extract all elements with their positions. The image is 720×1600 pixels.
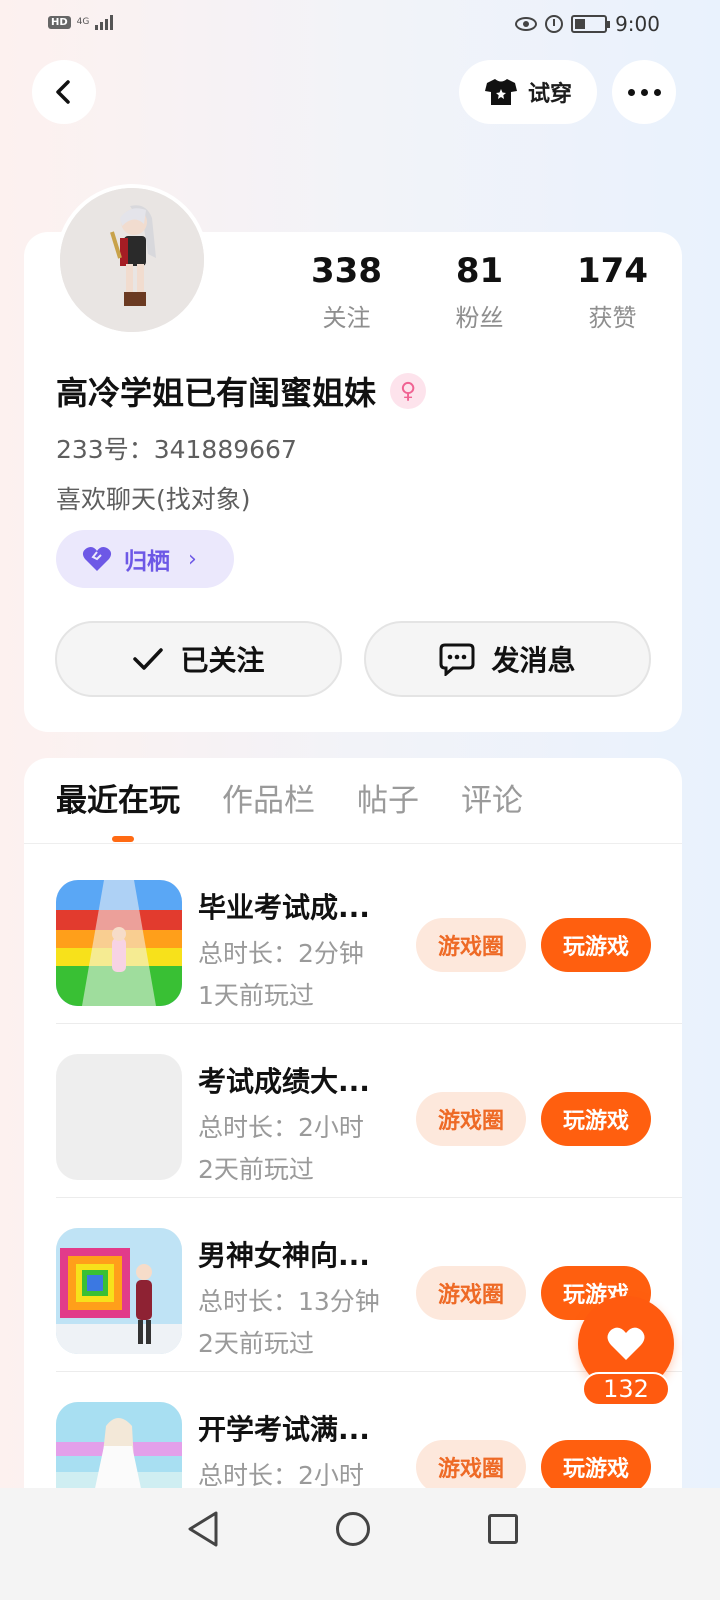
eye-icon <box>515 17 538 31</box>
rainbow-stairs-game-image <box>56 880 182 1006</box>
send-message-button[interactable]: 发消息 <box>364 621 651 697</box>
chevron-right-icon: › <box>188 546 197 572</box>
status-time: 9:00 <box>615 12 660 36</box>
nav-back-icon[interactable] <box>186 1510 220 1548</box>
username-row: 高冷学姐已有闺蜜姐妹 ♀ <box>56 368 427 414</box>
followed-label: 已关注 <box>180 644 265 677</box>
check-icon <box>133 648 164 670</box>
profile-tabs: 最近在玩 作品栏 帖子 评论 <box>56 778 523 824</box>
tshirt-icon <box>484 79 517 105</box>
tab-works[interactable]: 作品栏 <box>222 778 315 824</box>
stat-likes-label: 获赞 <box>588 304 637 332</box>
more-dots-icon <box>627 88 661 96</box>
signal-icon <box>95 14 114 30</box>
chevron-left-icon <box>56 80 70 104</box>
avatar-character-image <box>60 188 204 332</box>
tab-recently-played[interactable]: 最近在玩 <box>56 778 180 824</box>
game-last-played: 1天前玩过 <box>198 981 314 1010</box>
stat-likes-value: 174 <box>577 251 648 291</box>
game-row[interactable]: 毕业考试成... 总时长：2分钟 1天前玩过 游戏圈 玩游戏 <box>24 850 682 1024</box>
home-label: 归栖 <box>124 549 170 575</box>
chat-bubble-icon <box>439 643 475 676</box>
game-duration: 总时长：2小时 <box>198 1461 364 1490</box>
username: 高冷学姐已有闺蜜姐妹 <box>56 374 377 412</box>
back-button[interactable] <box>32 60 96 124</box>
followed-button[interactable]: 已关注 <box>55 621 342 697</box>
status-bar: HD 4G 9:00 <box>0 0 720 50</box>
user-bio: 喜欢聊天(找对象) <box>56 485 251 514</box>
heart-handshake-icon <box>82 547 112 571</box>
user-id: 233号：341889667 <box>56 435 297 464</box>
stat-fans-value: 81 <box>455 251 504 291</box>
stat-fans[interactable]: 81 粉丝 <box>413 250 546 333</box>
profile-stats: 338 关注 81 粉丝 174 获赞 <box>280 250 680 333</box>
system-navigation-bar <box>0 1488 720 1600</box>
rainbow-tunnel-game-image <box>56 1228 182 1354</box>
try-on-button[interactable]: 试穿 <box>459 60 597 124</box>
play-game-button[interactable]: 玩游戏 <box>541 1092 651 1146</box>
more-button[interactable] <box>612 60 676 124</box>
game-duration: 总时长：2分钟 <box>198 939 364 968</box>
status-left: HD 4G <box>48 14 114 30</box>
stat-following-label: 关注 <box>322 304 371 332</box>
network-type: 4G <box>76 16 90 27</box>
game-thumbnail-placeholder[interactable] <box>56 1054 182 1180</box>
game-last-played: 2天前玩过 <box>198 1329 314 1358</box>
game-circle-button[interactable]: 游戏圈 <box>416 918 526 972</box>
active-tab-indicator <box>112 836 134 842</box>
game-duration: 总时长：2小时 <box>198 1113 364 1142</box>
play-game-button[interactable]: 玩游戏 <box>541 918 651 972</box>
avatar[interactable] <box>56 184 208 336</box>
hd-badge: HD <box>48 15 71 29</box>
send-message-label: 发消息 <box>491 644 576 677</box>
game-title: 考试成绩大... <box>198 1065 370 1098</box>
home-button[interactable]: 归栖 › <box>56 530 234 588</box>
game-circle-button[interactable]: 游戏圈 <box>416 1440 526 1494</box>
like-count: 132 <box>582 1372 670 1406</box>
game-duration: 总时长：13分钟 <box>198 1287 380 1316</box>
stat-fans-label: 粉丝 <box>455 304 504 332</box>
game-thumbnail[interactable] <box>56 880 182 1006</box>
game-title: 毕业考试成... <box>198 891 370 924</box>
game-circle-button[interactable]: 游戏圈 <box>416 1092 526 1146</box>
female-gender-icon: ♀ <box>390 373 427 409</box>
heart-icon <box>607 1327 645 1360</box>
stat-likes[interactable]: 174 获赞 <box>546 250 679 333</box>
stat-following[interactable]: 338 关注 <box>280 250 413 333</box>
play-game-button[interactable]: 玩游戏 <box>541 1440 651 1494</box>
nav-home-icon[interactable] <box>336 1512 370 1546</box>
tab-divider <box>24 843 682 844</box>
game-title: 开学考试满... <box>198 1413 370 1446</box>
status-right: 9:00 <box>515 12 660 36</box>
tab-posts[interactable]: 帖子 <box>357 778 419 824</box>
game-circle-button[interactable]: 游戏圈 <box>416 1266 526 1320</box>
nav-recents-icon[interactable] <box>488 1514 518 1544</box>
game-row[interactable]: 考试成绩大... 总时长：2小时 2天前玩过 游戏圈 玩游戏 <box>24 1024 682 1198</box>
try-on-label: 试穿 <box>527 82 572 107</box>
game-thumbnail[interactable] <box>56 1228 182 1354</box>
tab-comments[interactable]: 评论 <box>461 778 523 824</box>
stat-following-value: 338 <box>311 251 382 291</box>
battery-icon <box>571 15 611 33</box>
game-title: 男神女神向... <box>198 1239 370 1272</box>
game-last-played: 2天前玩过 <box>198 1155 314 1184</box>
alarm-icon <box>545 15 564 33</box>
